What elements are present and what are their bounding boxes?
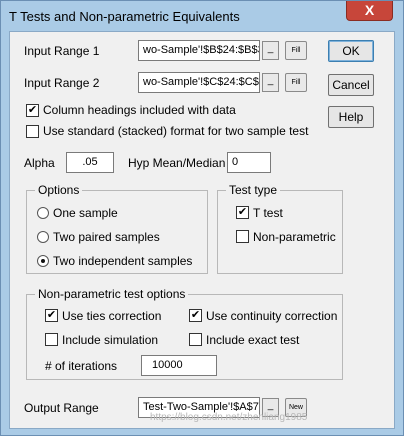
t-test-label: T test [253, 206, 283, 220]
close-button[interactable]: X [346, 1, 393, 21]
input-range-2-field[interactable]: wo-Sample'!$C$24:$C$32 [138, 72, 260, 93]
hyp-mean-label: Hyp Mean/Median [128, 156, 226, 170]
ok-button[interactable]: OK [328, 40, 374, 62]
dialog-window: T Tests and Non-parametric Equivalents X… [0, 0, 404, 436]
alpha-field[interactable]: .05 [66, 152, 114, 173]
include-exact-test-label: Include exact test [206, 333, 300, 347]
one-sample-label: One sample [53, 206, 118, 220]
nonparametric-options-group: Non-parametric test options ✔ Use ties c… [26, 287, 343, 380]
column-headings-label: Column headings included with data [43, 103, 236, 117]
use-ties-correction-label: Use ties correction [62, 309, 162, 323]
two-independent-samples-label: Two independent samples [53, 254, 193, 268]
title-bar: T Tests and Non-parametric Equivalents X [1, 1, 403, 31]
nonparametric-options-title: Non-parametric test options [35, 287, 189, 301]
help-button[interactable]: Help [328, 106, 374, 128]
cancel-button[interactable]: Cancel [328, 74, 374, 96]
options-group-title: Options [35, 183, 83, 197]
stacked-format-label: Use standard (stacked) format for two sa… [43, 124, 309, 138]
use-continuity-correction-label: Use continuity correction [206, 309, 338, 323]
stacked-format-checkbox[interactable] [26, 125, 39, 138]
use-continuity-correction-checkbox[interactable]: ✔ [189, 309, 202, 322]
hyp-mean-field[interactable]: 0 [227, 152, 271, 173]
input-range-1-field[interactable]: wo-Sample'!$B$24:$B$32 [138, 40, 260, 61]
iterations-label: # of iterations [45, 359, 118, 373]
watermark: https://blog.csdn.net/zhenliang1985 [150, 412, 308, 423]
iterations-field[interactable]: 10000 [141, 355, 217, 376]
test-type-group-title: Test type [226, 183, 281, 197]
column-headings-checkbox[interactable]: ✔ [26, 104, 39, 117]
input-range-1-dropdown-button[interactable]: _ [262, 41, 279, 60]
non-parametric-checkbox[interactable] [236, 230, 249, 243]
options-group: Options One sample Two paired samples Tw… [26, 183, 208, 274]
alpha-label: Alpha [24, 156, 55, 170]
radio-selected-dot [41, 259, 45, 263]
input-range-1-fill-button[interactable]: Fill [285, 41, 307, 60]
input-range-2-fill-button[interactable]: Fill [285, 73, 307, 92]
t-test-checkbox[interactable]: ✔ [236, 206, 249, 219]
input-range-2-dropdown-button[interactable]: _ [262, 73, 279, 92]
include-simulation-checkbox[interactable] [45, 333, 58, 346]
use-ties-correction-checkbox[interactable]: ✔ [45, 309, 58, 322]
two-paired-samples-label: Two paired samples [53, 230, 160, 244]
window-title: T Tests and Non-parametric Equivalents [9, 9, 240, 24]
non-parametric-label: Non-parametric [253, 230, 336, 244]
input-range-2-label: Input Range 2 [24, 76, 100, 90]
dialog-body: Input Range 1 wo-Sample'!$B$24:$B$32 _ F… [9, 31, 395, 429]
include-exact-test-checkbox[interactable] [189, 333, 202, 346]
output-range-label: Output Range [24, 401, 99, 415]
test-type-group: Test type ✔ T test Non-parametric [217, 183, 343, 274]
two-independent-samples-radio[interactable] [37, 255, 49, 267]
one-sample-radio[interactable] [37, 207, 49, 219]
include-simulation-label: Include simulation [62, 333, 159, 347]
two-paired-samples-radio[interactable] [37, 231, 49, 243]
input-range-1-label: Input Range 1 [24, 44, 100, 58]
